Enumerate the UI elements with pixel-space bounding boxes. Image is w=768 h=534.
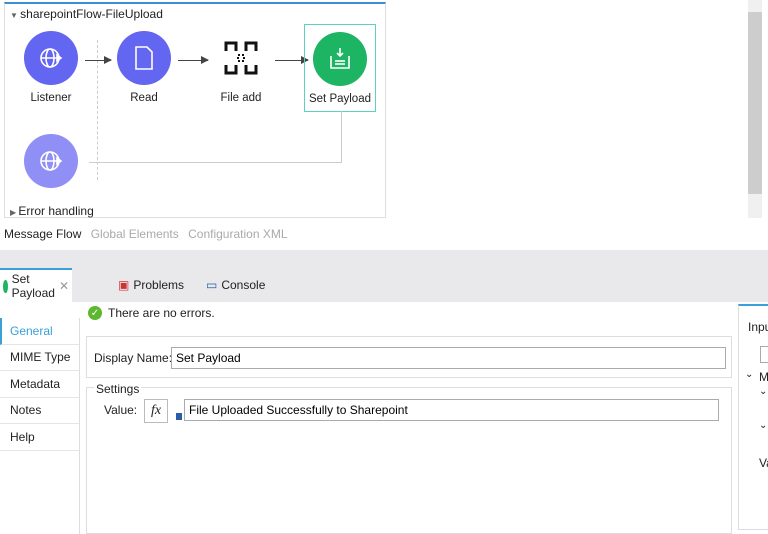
general-section: Display Name: xyxy=(86,336,732,378)
right-panel-title: Inpu xyxy=(748,320,768,334)
settings-section: Settings Value: fx xyxy=(86,382,732,534)
node-label: Listener xyxy=(30,92,72,104)
node-label: Read xyxy=(130,92,158,104)
globe-icon xyxy=(24,31,78,85)
display-name-label: Display Name: xyxy=(94,351,173,365)
tab-set-payload[interactable]: Set Payload ✕ xyxy=(0,268,72,302)
node-listener-response[interactable] xyxy=(11,134,91,188)
chevron-down-icon[interactable]: ⌄ xyxy=(759,420,767,431)
flow-title[interactable]: ▼ sharepointFlow-FileUpload xyxy=(10,7,163,21)
tab-label: Problems xyxy=(133,278,185,292)
console-icon: ▭ xyxy=(206,278,218,292)
nav-mime-type[interactable]: MIME Type xyxy=(0,345,79,371)
right-panel: Inpu ⌄ M ⌄ ⌄ Va xyxy=(738,304,768,530)
tree-item: Va xyxy=(759,456,768,470)
search-input[interactable] xyxy=(760,346,768,363)
payload-icon xyxy=(3,279,8,293)
node-read[interactable]: Read xyxy=(104,31,184,104)
file-icon xyxy=(117,31,171,85)
payload-icon xyxy=(313,32,367,86)
status-message: ✓ There are no errors. xyxy=(88,306,215,320)
tab-label: Set Payload xyxy=(11,272,55,300)
tree-item[interactable]: M xyxy=(759,370,768,384)
tab-message-flow[interactable]: Message Flow xyxy=(4,227,81,241)
node-set-payload[interactable]: Set Payload xyxy=(304,24,376,112)
tab-console[interactable]: ▭ Console xyxy=(200,268,271,302)
tab-configuration-xml[interactable]: Configuration XML xyxy=(188,227,287,241)
nav-general[interactable]: General xyxy=(0,318,79,345)
divider xyxy=(97,40,98,180)
return-line xyxy=(341,111,342,163)
return-line xyxy=(89,162,341,163)
close-icon[interactable]: ✕ xyxy=(59,279,69,293)
value-label: Value: xyxy=(104,403,138,417)
chevron-down-icon[interactable]: ⌄ xyxy=(745,369,753,380)
chevron-down-icon[interactable]: ⌄ xyxy=(759,386,767,397)
display-name-input[interactable] xyxy=(171,347,726,369)
nav-help[interactable]: Help xyxy=(0,424,79,451)
nav-notes[interactable]: Notes xyxy=(0,398,79,424)
node-file-add[interactable]: File add xyxy=(201,31,281,104)
properties-nav: General MIME Type Metadata Notes Help xyxy=(0,318,80,534)
nav-metadata[interactable]: Metadata xyxy=(0,371,79,398)
value-input[interactable] xyxy=(184,399,719,421)
node-label: File add xyxy=(220,92,262,104)
view-tabs: Message Flow Global Elements Configurati… xyxy=(4,227,294,241)
tab-global-elements[interactable]: Global Elements xyxy=(91,227,179,241)
tab-problems[interactable]: ▣ Problems xyxy=(112,268,190,302)
connector-icon xyxy=(214,31,268,85)
error-handling-toggle[interactable]: ▶ Error handling xyxy=(10,204,94,218)
node-listener[interactable]: Listener xyxy=(11,31,91,104)
check-icon: ✓ xyxy=(88,306,102,320)
status-text: There are no errors. xyxy=(108,306,215,320)
info-icon xyxy=(176,413,182,420)
problems-icon: ▣ xyxy=(118,278,130,292)
flow-title-text: sharepointFlow-FileUpload xyxy=(20,7,163,21)
globe-icon xyxy=(24,134,78,188)
node-label: Set Payload xyxy=(308,93,371,105)
fx-toggle-button[interactable]: fx xyxy=(144,399,168,423)
scrollbar-thumb[interactable] xyxy=(748,12,762,194)
error-handling-label: Error handling xyxy=(18,204,94,218)
tab-label: Console xyxy=(221,278,266,292)
flow-container: ▼ sharepointFlow-FileUpload Listener Rea… xyxy=(4,2,386,218)
settings-label: Settings xyxy=(94,382,142,396)
